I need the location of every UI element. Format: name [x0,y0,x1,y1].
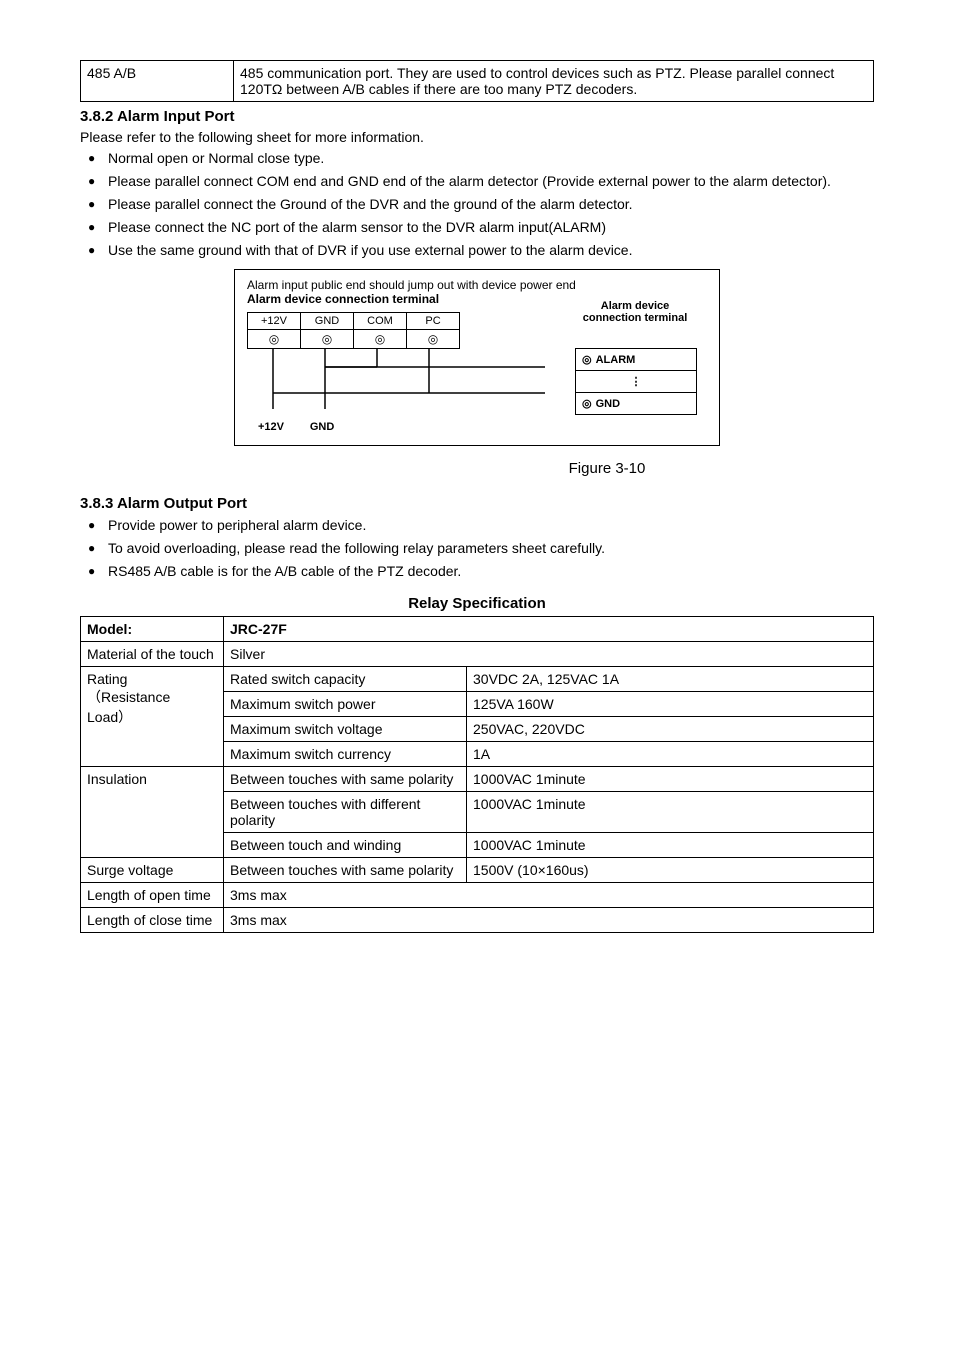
screw-icon: ◎ [582,353,592,366]
bullet: Use the same ground with that of DVR if … [80,241,874,260]
screw-icon: ◎ [407,330,460,349]
alarm-label: ALARM [596,354,636,366]
relay-heading: Relay Specification [80,595,874,612]
screw-icon: ◎ [582,397,592,410]
section-383-heading: 3.8.3 Alarm Output Port [80,495,874,512]
term-com: COM [354,312,407,330]
bottom-12v: +12V [247,421,295,433]
bullet: Please connect the NC port of the alarm … [80,218,874,237]
bullet: Provide power to peripheral alarm device… [80,516,874,535]
cell: Between touch and winding [224,833,467,858]
diagram-caption-1: Alarm input public end should jump out w… [247,278,707,292]
cell: 30VDC 2A, 125VAC 1A [467,667,874,692]
cell: Model: [81,617,224,642]
bullet: RS485 A/B cable is for the A/B cable of … [80,562,874,581]
relay-table: Model: JRC-27F Material of the touch Sil… [80,616,874,933]
bullet: To avoid overloading, please read the fo… [80,539,874,558]
alarm-diagram: Alarm input public end should jump out w… [234,269,720,446]
bottom-gnd: GND [298,421,346,433]
cell: 3ms max [224,883,874,908]
section-382-heading: 3.8.2 Alarm Input Port [80,108,874,125]
cell: 125VA 160W [467,692,874,717]
cell: 1500V (10×160us) [467,858,874,883]
cell: 250VAC, 220VDC [467,717,874,742]
device-terminal-label: Alarm device connection terminal [565,300,705,324]
cell: JRC-27F [224,617,874,642]
cell: Maximum switch voltage [224,717,467,742]
wiring-lines [247,349,547,419]
cell: 1A [467,742,874,767]
top-cell-label: 485 A/B [81,61,234,102]
screw-icon: ◎ [354,330,407,349]
term-12v: +12V [247,312,301,330]
section-382-intro: Please refer to the following sheet for … [80,129,874,145]
cell: Maximum switch currency [224,742,467,767]
cell: Surge voltage [81,858,224,883]
cell: Silver [224,642,874,667]
screw-icon: ◎ [301,330,354,349]
cell: Between touches with same polarity [224,767,467,792]
dots-icon: ⋮ [576,370,696,393]
top-table: 485 A/B 485 communication port. They are… [80,60,874,102]
device-box: ◎ ALARM ⋮ ◎ GND [575,348,697,415]
bullet: Please parallel connect the Ground of th… [80,195,874,214]
cell: 1000VAC 1minute [467,792,874,833]
section-383-bullets: Provide power to peripheral alarm device… [80,516,874,581]
cell: Material of the touch [81,642,224,667]
figure-caption: Figure 3-10 [80,460,874,477]
section-382-bullets: Normal open or Normal close type. Please… [80,149,874,259]
cell: Between touches with same polarity [224,858,467,883]
cell: Maximum switch power [224,692,467,717]
bullet: Please parallel connect COM end and GND … [80,172,874,191]
cell: Insulation [81,767,224,858]
cell: 1000VAC 1minute [467,767,874,792]
cell: 3ms max [224,908,874,933]
gnd-label: GND [596,398,620,410]
cell: Between touches with different polarity [224,792,467,833]
cell: Rating （Resistance Load） [81,667,224,767]
screw-icon: ◎ [247,330,301,349]
term-pc: PC [407,312,460,330]
cell: Length of open time [81,883,224,908]
term-gnd: GND [301,312,354,330]
cell: Rated switch capacity [224,667,467,692]
cell: 1000VAC 1minute [467,833,874,858]
cell: Length of close time [81,908,224,933]
bullet: Normal open or Normal close type. [80,149,874,168]
top-cell-desc: 485 communication port. They are used to… [234,61,874,102]
